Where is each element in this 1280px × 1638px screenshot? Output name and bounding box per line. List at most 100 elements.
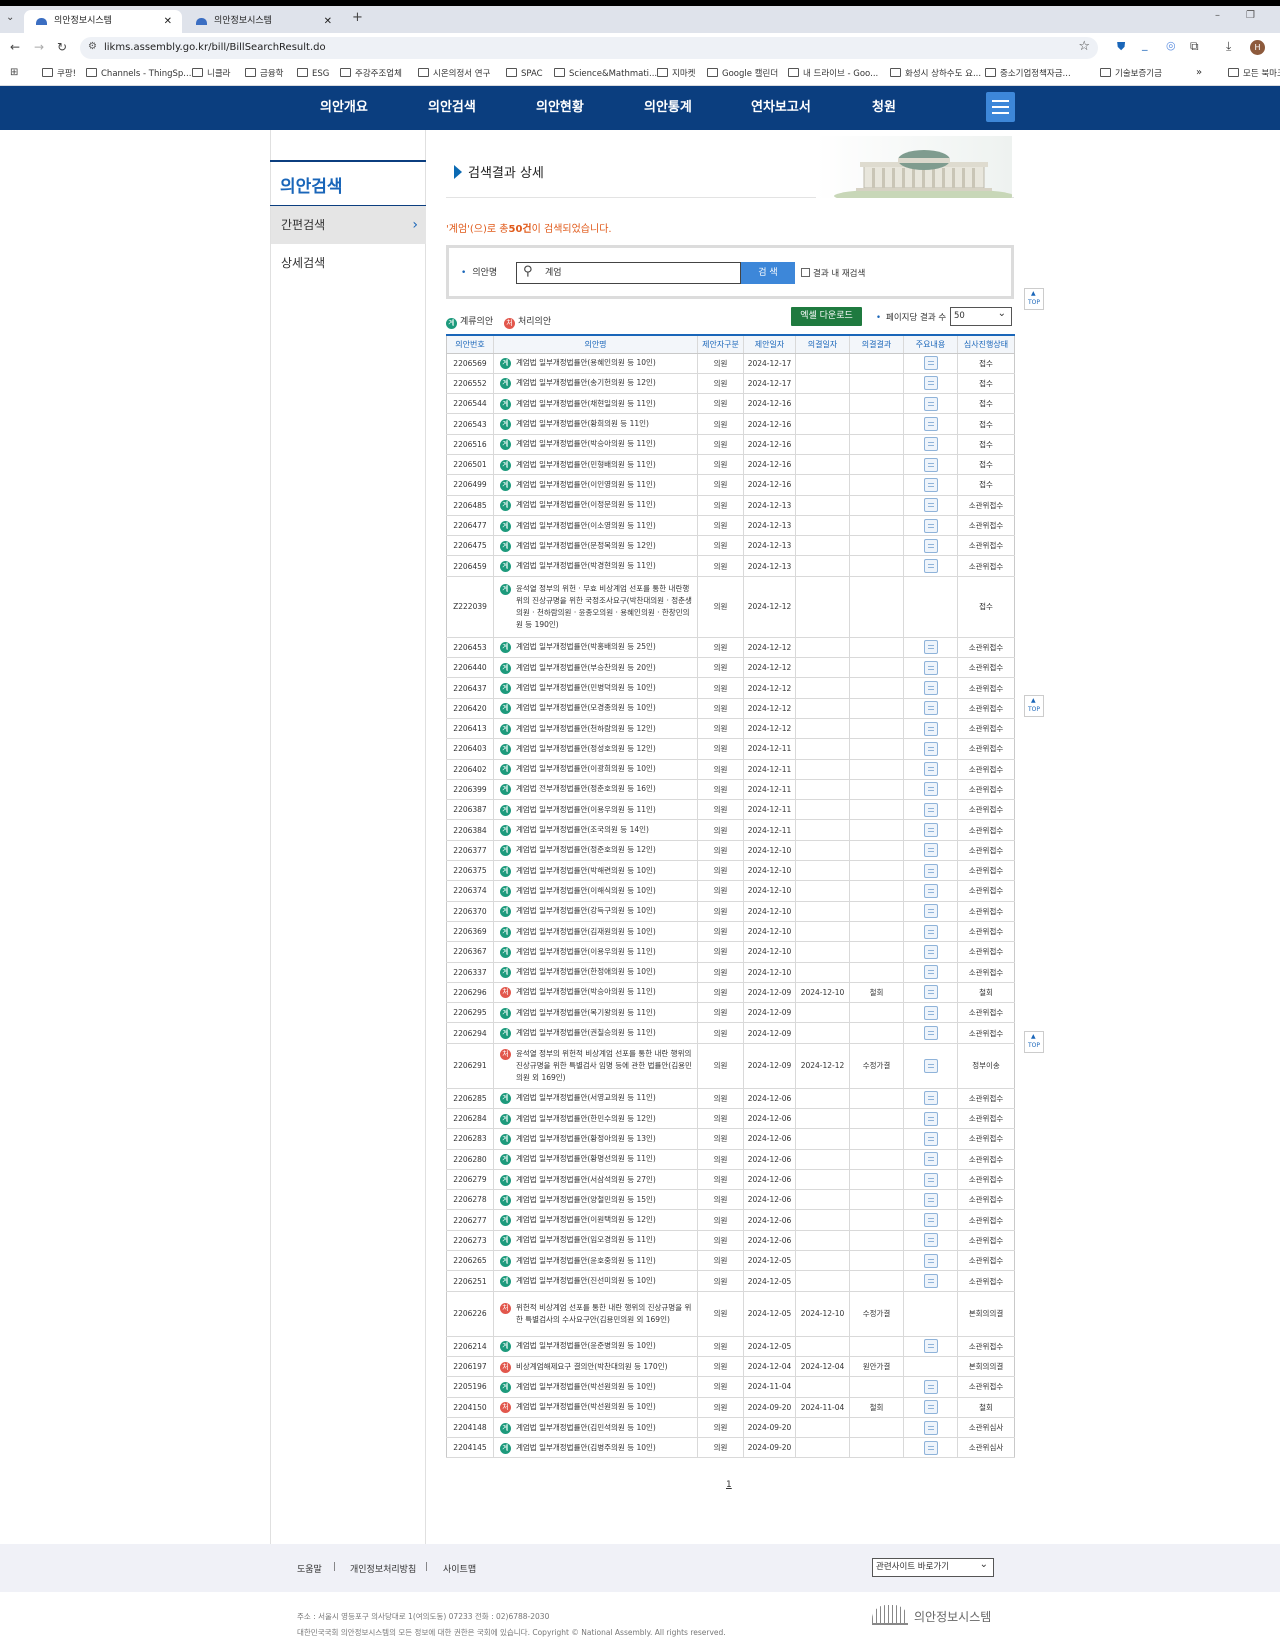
results-per-page-select[interactable]: 50 <box>950 305 1012 326</box>
extensions-puzzle-icon[interactable]: ⧉ <box>1190 39 1199 54</box>
tab-inactive[interactable]: 의안정보시스템 ✕ <box>184 10 342 33</box>
bill-name-link[interactable]: 계엄법 일부개정법률안(조국의원 등 14인) <box>516 824 649 836</box>
nav-bill-status[interactable]: 의안현황 <box>536 86 584 130</box>
excel-download-button[interactable]: 엑셀 다운로드 <box>791 307 862 326</box>
document-icon[interactable] <box>923 1400 938 1415</box>
document-icon[interactable] <box>923 762 938 777</box>
download-icon[interactable]: ⤓ <box>1226 39 1231 54</box>
close-tab-icon[interactable]: ✕ <box>164 10 172 33</box>
bookmark-item[interactable]: 주강주조업체 <box>340 67 402 81</box>
extension-shield-icon[interactable]: ⛊ <box>1117 40 1125 54</box>
bill-name-link[interactable]: 계엄법 일부개정법률안(모경종의원 등 10인) <box>516 702 656 714</box>
sidebar-item-simple-search[interactable]: 간편검색 › <box>271 206 426 244</box>
bookmark-item[interactable]: 금융학 <box>245 67 283 81</box>
document-icon[interactable] <box>923 477 938 492</box>
document-icon[interactable] <box>923 823 938 838</box>
document-icon[interactable] <box>923 1005 938 1020</box>
document-icon[interactable] <box>923 1152 938 1167</box>
bill-name-link[interactable]: 계엄법 일부개정법률안(김재원의원 등 10인) <box>516 926 656 938</box>
scroll-top-button[interactable]: TOP <box>1024 1023 1044 1053</box>
document-icon[interactable] <box>923 1233 938 1248</box>
bill-name-link[interactable]: 계엄법 일부개정법률안(민형배의원 등 11인) <box>516 459 656 471</box>
bill-name-link[interactable]: 계엄법 일부개정법률안(정성호의원 등 12인) <box>516 743 656 755</box>
bill-name-link[interactable]: 계엄법 일부개정법률안(황정아의원 등 13인) <box>516 1133 656 1145</box>
bill-name-link[interactable]: 계엄법 일부개정법률안(정준호의원 등 12인) <box>516 844 656 856</box>
document-icon[interactable] <box>923 782 938 797</box>
bill-name-link[interactable]: 계엄법 일부개정법률안(한정애의원 등 10인) <box>516 966 656 978</box>
bookmark-item[interactable]: Google 캘린더 <box>707 67 778 81</box>
bill-name-link[interactable]: 계엄법 일부개정법률안(권칠승의원 등 11인) <box>516 1027 656 1039</box>
document-icon[interactable] <box>923 437 938 452</box>
footer-privacy-link[interactable]: 개인정보처리방침 <box>350 1562 416 1575</box>
document-icon[interactable] <box>923 498 938 513</box>
bill-name-link[interactable]: 계엄법 일부개정법률안(박승아의원 등 11인) <box>516 986 656 998</box>
document-icon[interactable] <box>923 924 938 939</box>
bill-name-link[interactable]: 계엄법 일부개정법률안(강득구의원 등 10인) <box>516 905 656 917</box>
recheck-checkbox[interactable]: 결과 내 재검색 <box>801 267 865 279</box>
bill-name-link[interactable]: 계엄법 일부개정법률안(이광희의원 등 10인) <box>516 763 656 775</box>
nav-annual-report[interactable]: 연차보고서 <box>751 86 811 130</box>
bill-name-link[interactable]: 계엄법 일부개정법률안(윤호중의원 등 11인) <box>516 1255 656 1267</box>
document-icon[interactable] <box>923 640 938 655</box>
reload-icon[interactable]: ↻ <box>57 40 67 54</box>
bill-name-link[interactable]: 계엄법 일부개정법률안(부승찬의원 등 20인) <box>516 662 656 674</box>
apps-grid-icon[interactable]: ⊞ <box>10 67 18 78</box>
bill-name-link[interactable]: 계엄법 일부개정법률안(송기헌의원 등 12인) <box>516 377 656 389</box>
document-icon[interactable] <box>923 457 938 472</box>
bookmark-item[interactable]: 내 드라이브 - Goo... <box>788 67 878 81</box>
document-icon[interactable] <box>923 1131 938 1146</box>
more-bookmarks-icon[interactable]: » <box>1196 67 1202 78</box>
close-tab-icon[interactable]: ✕ <box>324 10 332 33</box>
scroll-top-button[interactable]: TOP <box>1024 687 1044 717</box>
bill-name-link[interactable]: 계엄법 일부개정법률안(박선원의원 등 10인) <box>516 1381 656 1393</box>
bill-name-link[interactable]: 계엄법 일부개정법률안(김민석의원 등 10인) <box>516 1422 656 1434</box>
bookmark-item[interactable]: 화성시 상하수도 요... <box>890 67 981 81</box>
bookmark-item[interactable]: 기술보증기금 <box>1100 67 1162 81</box>
document-icon[interactable] <box>923 1172 938 1187</box>
document-icon[interactable] <box>923 904 938 919</box>
document-icon[interactable] <box>923 741 938 756</box>
document-icon[interactable] <box>923 701 938 716</box>
col-header-bill-no[interactable]: 의안번호 <box>446 334 494 354</box>
document-icon[interactable] <box>923 681 938 695</box>
minimize-icon[interactable]: – <box>1215 10 1220 21</box>
restore-icon[interactable]: ❐ <box>1246 10 1255 21</box>
document-icon[interactable] <box>923 1026 938 1041</box>
col-header-vote-result[interactable]: 의결결과 <box>849 334 904 354</box>
bill-name-link[interactable]: 계엄법 일부개정법률안(박홍배의원 등 25인) <box>516 641 656 653</box>
bill-name-link[interactable]: 계엄법 일부개정법률안(채현일의원 등 11인) <box>516 398 656 410</box>
search-button[interactable]: 검 색 <box>741 262 795 284</box>
document-icon[interactable] <box>923 538 938 553</box>
bill-name-link[interactable]: 계엄법 일부개정법률안(민병덕의원 등 10인) <box>516 682 656 694</box>
all-bookmarks[interactable]: 모든 북마크 <box>1228 67 1280 81</box>
bill-name-link[interactable]: 계엄법 일부개정법률안(박해련의원 등 10인) <box>516 865 656 877</box>
nav-bill-search[interactable]: 의안검색 <box>428 86 476 130</box>
bill-name-link[interactable]: 계엄법 일부개정법률안(양철민의원 등 15인) <box>516 1194 656 1206</box>
document-icon[interactable] <box>923 417 938 432</box>
bill-name-link[interactable]: 윤석열 정부의 위헌적 비상계엄 선포를 통한 내란 행위의 진상규명을 위한 … <box>516 1048 696 1084</box>
bookmark-star-icon[interactable]: ☆ <box>1078 39 1090 54</box>
tab-list-icon[interactable]: ⌄ <box>6 12 14 23</box>
nav-bill-stats[interactable]: 의안통계 <box>644 86 692 130</box>
footer-help-link[interactable]: 도움말 <box>297 1562 322 1575</box>
bookmark-item[interactable]: 지마켓 <box>657 67 695 81</box>
document-icon[interactable] <box>923 1440 938 1455</box>
document-icon[interactable] <box>923 1091 938 1106</box>
document-icon[interactable] <box>923 944 938 959</box>
bill-name-link[interactable]: 계엄법 일부개정법률안(윤준병의원 등 10인) <box>516 1340 656 1352</box>
checkbox-icon[interactable] <box>801 268 810 277</box>
bill-name-link[interactable]: 계엄법 일부개정법률안(서영교의원 등 11인) <box>516 1092 656 1104</box>
document-icon[interactable] <box>923 559 938 574</box>
document-icon[interactable] <box>923 721 938 736</box>
document-icon[interactable] <box>923 802 938 817</box>
document-icon[interactable] <box>923 1213 938 1228</box>
nav-bill-overview[interactable]: 의안개요 <box>320 86 368 130</box>
bookmark-item[interactable]: 중소기업정책자금... <box>985 67 1071 81</box>
bill-name-link[interactable]: 계엄법 일부개정법률안(진선미의원 등 10인) <box>516 1275 656 1287</box>
profile-avatar[interactable]: H <box>1250 40 1265 55</box>
bill-name-link[interactable]: 계엄법 일부개정법률안(한민수의원 등 12인) <box>516 1113 656 1125</box>
document-icon[interactable] <box>923 660 938 675</box>
col-header-review-status[interactable]: 심사진행상태 <box>957 334 1015 354</box>
col-header-proposer-type[interactable]: 제안자구분 <box>697 334 744 354</box>
nav-petition[interactable]: 청원 <box>872 86 896 130</box>
